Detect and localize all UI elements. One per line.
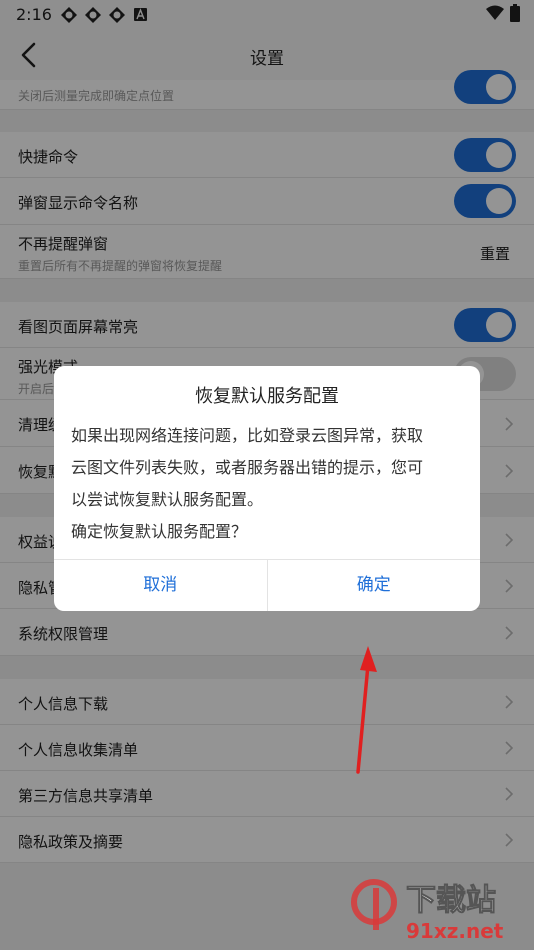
annotation-arrow-icon [356, 646, 377, 774]
watermark-brand: 下载站 [406, 883, 496, 918]
watermark-site: 91xz.net [406, 919, 504, 943]
site-watermark-logo: 下载站 91xz.net [351, 879, 504, 943]
